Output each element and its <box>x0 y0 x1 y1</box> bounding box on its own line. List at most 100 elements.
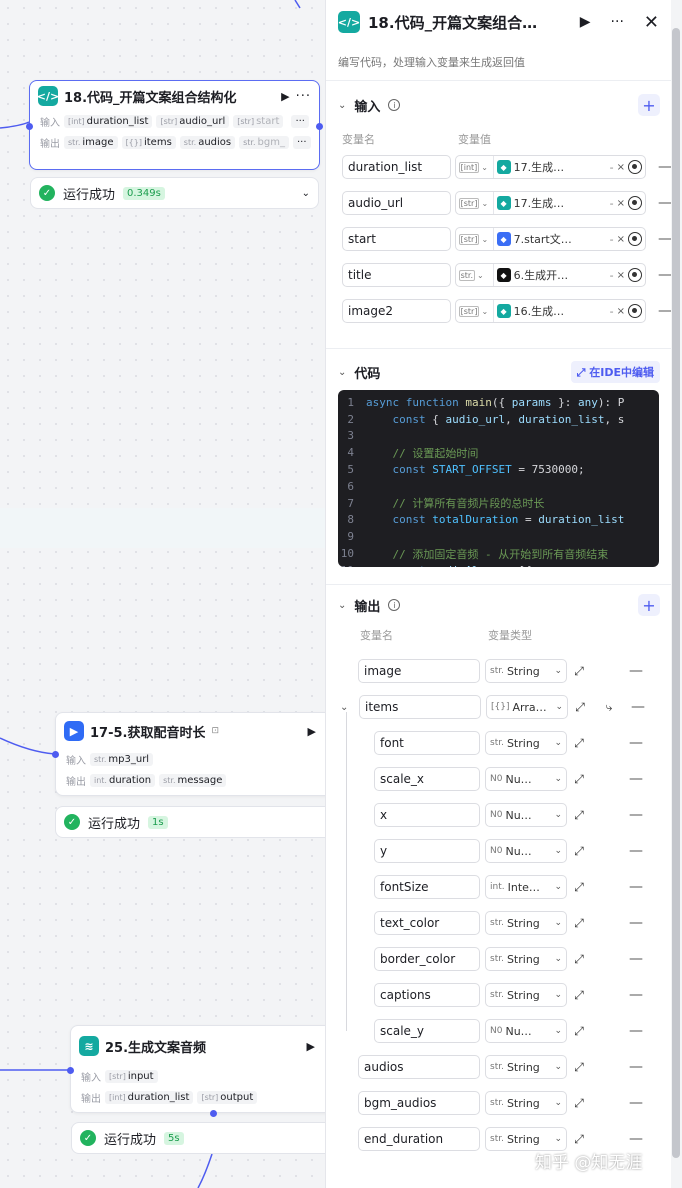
type-select[interactable]: [str] ⌄ <box>456 192 494 214</box>
chevron-down-icon[interactable]: ⌄ <box>338 367 346 378</box>
expand-icon[interactable]: ⤢ <box>572 880 586 895</box>
input-value-field[interactable]: [int] ⌄ ◆ 17.生成… - × <box>454 155 646 179</box>
chevron-down-icon[interactable]: ⌄ <box>338 100 346 111</box>
clear-icon[interactable]: × <box>617 198 625 209</box>
info-icon[interactable]: i <box>388 599 401 611</box>
input-name-field[interactable]: image2 <box>342 299 451 323</box>
expand-icon[interactable]: ⤢ <box>572 988 586 1003</box>
remove-input-button[interactable]: — <box>658 267 671 283</box>
expand-icon[interactable]: ⤢ <box>572 664 586 679</box>
remove-output-button[interactable]: — <box>629 915 643 931</box>
output-type-select[interactable]: N0 Nu… ⌄ <box>485 839 567 863</box>
output-name-field[interactable]: bgm_audios <box>358 1091 480 1115</box>
remove-input-button[interactable]: — <box>658 195 671 211</box>
output-type-select[interactable]: int. Inte… ⌄ <box>485 875 567 899</box>
remove-output-button[interactable]: — <box>629 1131 643 1147</box>
output-type-select[interactable]: N0 Nu… ⌄ <box>485 803 567 827</box>
output-type-select[interactable]: str. String ⌄ <box>485 1091 567 1115</box>
input-value-field[interactable]: [str] ⌄ ◆ 16.生成… - × <box>454 299 646 323</box>
input-name-field[interactable]: title <box>342 263 451 287</box>
remove-output-button[interactable]: — <box>629 951 643 967</box>
output-type-select[interactable]: str. String ⌄ <box>485 731 567 755</box>
panel-scrollbar[interactable] <box>672 28 680 1158</box>
node17-status[interactable]: ✓ 运行成功 1s <box>55 806 325 838</box>
chevron-down-icon[interactable]: ⌄ <box>338 600 346 611</box>
remove-output-button[interactable]: — <box>629 771 643 787</box>
node-17-5-audio-duration[interactable]: ▶ 17-5.获取配音时长 ⊡ ▶ 输入 str. mp3_url 输出 int.… <box>55 712 325 796</box>
chevron-down-icon[interactable]: ⌄ <box>302 188 310 199</box>
input-name-field[interactable]: audio_url <box>342 191 451 215</box>
output-name-field[interactable]: scale_x <box>374 767 480 791</box>
node18-output-port[interactable] <box>316 123 323 130</box>
remove-output-button[interactable]: — <box>629 807 643 823</box>
edit-in-ide-button[interactable]: ⤢ 在IDE中编辑 <box>570 361 660 383</box>
remove-output-button[interactable]: — <box>629 1095 643 1111</box>
reference-chip[interactable]: ◆ 7.start文… - × <box>494 231 628 247</box>
reference-chip[interactable]: ◆ 17.生成… - × <box>494 195 628 211</box>
chevron-down-icon[interactable]: ⌄ <box>340 702 354 713</box>
output-name-field[interactable]: font <box>374 731 480 755</box>
output-type-select[interactable]: str. String ⌄ <box>485 659 567 683</box>
add-output-button[interactable]: + <box>638 594 660 616</box>
input-value-field[interactable]: str. ⌄ ◆ 6.生成开… - × <box>454 263 646 287</box>
output-name-field[interactable]: y <box>374 839 480 863</box>
node17-input-port[interactable] <box>52 751 59 758</box>
output-type-select[interactable]: N0 Nu… ⌄ <box>485 1019 567 1043</box>
more-options-button[interactable]: ··· <box>611 14 624 30</box>
output-type-select[interactable]: str. String ⌄ <box>485 1055 567 1079</box>
output-name-field[interactable]: items <box>359 695 481 719</box>
reference-chip[interactable]: ◆ 17.生成… - × <box>494 159 628 175</box>
remove-input-button[interactable]: — <box>658 231 671 247</box>
node25-output-port[interactable] <box>210 1110 217 1117</box>
type-select[interactable]: [int] ⌄ <box>456 156 494 178</box>
clear-icon[interactable]: × <box>617 234 625 245</box>
remove-output-button[interactable]: — <box>629 735 643 751</box>
output-type-select[interactable]: [{}] Arra… ⌄ <box>486 695 568 719</box>
workflow-canvas[interactable]: </> 18.代码_开篇文案组合结构化 ▶ ··· 输入 [int] durati… <box>0 0 325 1188</box>
panel-title[interactable]: 18.代码_开篇文案组合… <box>368 12 572 33</box>
variable-picker-icon[interactable] <box>628 196 642 210</box>
expand-icon[interactable]: ⤢ <box>572 1132 586 1147</box>
type-select[interactable]: [str] ⌄ <box>456 300 494 322</box>
run-node-button[interactable]: ▶ <box>307 1040 315 1053</box>
expand-icon[interactable]: ⤢ <box>572 844 586 859</box>
clear-icon[interactable]: × <box>617 306 625 317</box>
node-25-generate-audio[interactable]: ≋ 25.生成文案音频 ▶ 输入 [str] input 输出 [int] dura… <box>70 1025 325 1113</box>
node18-status[interactable]: ✓ 运行成功 0.349s ⌄ <box>30 177 319 209</box>
close-icon[interactable]: ✕ <box>644 12 659 33</box>
remove-output-button[interactable]: — <box>629 879 643 895</box>
output-type-select[interactable]: str. String ⌄ <box>485 911 567 935</box>
expand-icon[interactable]: ⤢ <box>572 1060 586 1075</box>
output-name-field[interactable]: captions <box>374 983 480 1007</box>
variable-picker-icon[interactable] <box>628 268 642 282</box>
output-name-field[interactable]: x <box>374 803 480 827</box>
expand-icon[interactable]: ⤢ <box>572 952 586 967</box>
run-node-button[interactable]: ▶ <box>281 90 289 103</box>
expand-icon[interactable]: ⤢ <box>572 1096 586 1111</box>
output-name-field[interactable]: fontSize <box>374 875 480 899</box>
remove-input-button[interactable]: — <box>658 303 671 319</box>
output-name-field[interactable]: border_color <box>374 947 480 971</box>
node18-input-port[interactable] <box>26 123 33 130</box>
clear-icon[interactable]: × <box>617 270 625 281</box>
clear-icon[interactable]: × <box>617 162 625 173</box>
output-name-field[interactable]: image <box>358 659 480 683</box>
remove-output-button[interactable]: — <box>629 843 643 859</box>
remove-output-button[interactable]: — <box>629 987 643 1003</box>
expand-icon[interactable]: ⤢ <box>573 700 587 715</box>
remove-input-button[interactable]: — <box>658 159 671 175</box>
output-type-select[interactable]: N0 Nu… ⌄ <box>485 767 567 791</box>
input-name-field[interactable]: duration_list <box>342 155 451 179</box>
output-name-field[interactable]: scale_y <box>374 1019 480 1043</box>
expand-icon[interactable]: ⤢ <box>572 1024 586 1039</box>
type-select[interactable]: [str] ⌄ <box>456 228 494 250</box>
variable-picker-icon[interactable] <box>628 304 642 318</box>
variable-picker-icon[interactable] <box>628 232 642 246</box>
add-child-icon[interactable]: ⤷ <box>602 700 616 715</box>
add-input-button[interactable]: + <box>638 94 660 116</box>
remove-output-button[interactable]: — <box>629 1059 643 1075</box>
expand-icon[interactable]: ⤢ <box>572 916 586 931</box>
expand-icon[interactable]: ⤢ <box>572 736 586 751</box>
type-select[interactable]: str. ⌄ <box>456 264 494 286</box>
code-editor[interactable]: 1 async function main({ params }: any): P… <box>338 390 659 567</box>
